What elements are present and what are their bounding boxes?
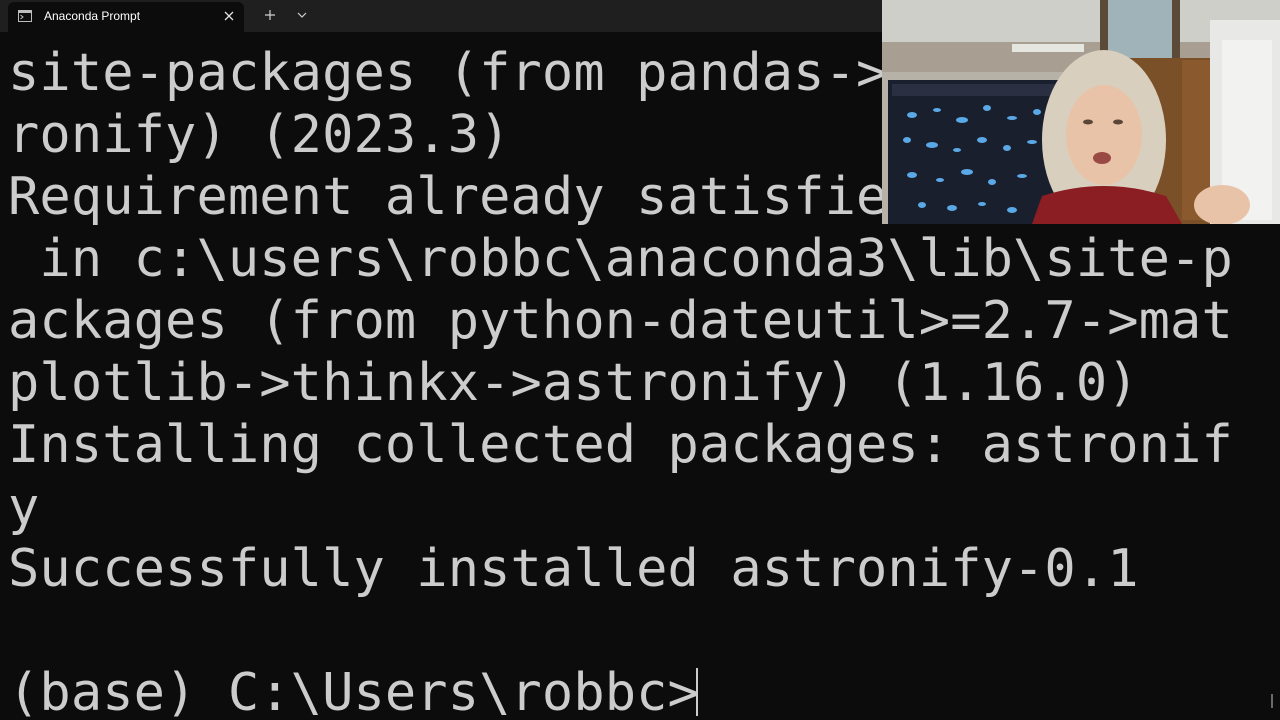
plus-icon[interactable] <box>263 8 277 22</box>
terminal-line: ronify) (2023.3) <box>8 105 511 165</box>
chevron-down-icon[interactable] <box>296 9 308 21</box>
terminal-line: Successfully installed astronify-0.1 <box>8 539 1139 599</box>
terminal-icon <box>18 10 32 22</box>
close-icon[interactable] <box>222 9 236 23</box>
presenter-video-frame <box>882 0 1280 224</box>
terminal-line: ackages (from python-dateutil>=2.7->mat <box>8 291 1233 351</box>
terminal-prompt: (base) C:\Users\robbc> <box>8 663 699 720</box>
text-cursor <box>696 668 698 716</box>
terminal-line: y <box>8 477 40 537</box>
terminal-window: Anaconda Prompt site-packages (from pand… <box>0 0 1280 720</box>
terminal-line: site-packages (from pandas-> <box>8 43 888 103</box>
terminal-line: Installing collected packages: astronif <box>8 415 1233 475</box>
terminal-line: in c:\users\robbc\anaconda3\lib\site-p <box>8 229 1233 289</box>
webcam-overlay <box>882 0 1280 224</box>
tab-anaconda-prompt[interactable]: Anaconda Prompt <box>8 2 244 32</box>
scrollbar-thumb[interactable] <box>1271 694 1273 708</box>
terminal-line: Requirement already satisfie <box>8 167 888 227</box>
terminal-line: plotlib->thinkx->astronify) (1.16.0) <box>8 353 1139 413</box>
tab-title: Anaconda Prompt <box>44 9 141 23</box>
